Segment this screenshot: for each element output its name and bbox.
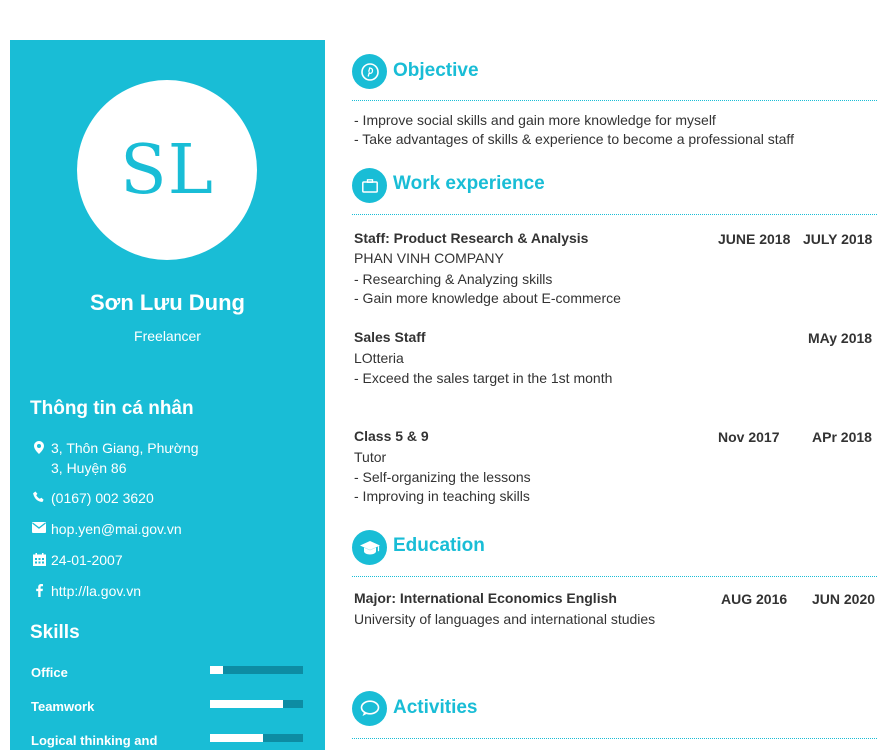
- briefcase-icon: [352, 168, 387, 203]
- skill-bar-fill: [210, 666, 224, 674]
- objective-divider: [352, 100, 877, 101]
- job-company: PHAN VINH COMPANY: [354, 250, 504, 266]
- work-divider: [352, 214, 877, 215]
- skill-bar: [210, 700, 303, 708]
- skill-bar: [210, 734, 303, 742]
- skill-label: Logical thinking and: [31, 733, 158, 748]
- objective-title: Objective: [393, 60, 479, 81]
- calendar-icon: [30, 553, 48, 570]
- job-end-date: JULY 2018: [803, 231, 873, 247]
- job-position: Staff: Product Research & Analysis: [354, 230, 589, 246]
- address-row: 3, Thôn Giang, Phường 3, Huyện 86: [30, 438, 199, 478]
- graduation-cap-icon: [352, 530, 387, 565]
- job-detail: - Gain more knowledge about E-commerce: [354, 290, 621, 306]
- avatar-initials: SL: [120, 130, 214, 210]
- job-detail: - Exceed the sales target in the 1st mon…: [354, 370, 613, 386]
- avatar: SL: [77, 80, 257, 260]
- job-start-date: Nov 2017: [718, 429, 780, 445]
- website-row: http://la.gov.vn: [30, 581, 141, 601]
- education-end-date: JUN 2020: [812, 591, 876, 607]
- work-title: Work experience: [393, 173, 545, 194]
- job-company: Tutor: [354, 449, 387, 465]
- sidebar: SL Sơn Lưu Dung Freelancer Thông tin cá …: [10, 40, 325, 750]
- skill-label: Teamwork: [31, 699, 95, 714]
- website-text[interactable]: http://la.gov.vn: [51, 581, 141, 601]
- activities-title: Activities: [393, 697, 478, 718]
- email-row: hop.yen@mai.gov.vn: [30, 519, 182, 539]
- education-divider: [352, 576, 877, 577]
- phone-row: (0167) 002 3620: [30, 488, 154, 508]
- skill-label: Office: [31, 665, 68, 680]
- pinterest-icon: [352, 54, 387, 89]
- job-position: Sales Staff: [354, 329, 426, 345]
- chat-bubble-icon: [352, 691, 387, 726]
- objective-line: - Take advantages of skills & experience…: [354, 131, 794, 147]
- job-end-date: MAy 2018: [808, 330, 873, 346]
- skill-bar: [210, 666, 303, 674]
- job-company: LOtteria: [354, 350, 404, 366]
- map-marker-icon: [30, 441, 48, 478]
- education-major: Major: International Economics English: [354, 590, 617, 606]
- job-start-date: JUNE 2018: [718, 231, 791, 247]
- address-line2: 3, Huyện 86: [51, 460, 127, 476]
- birthday-text: 24-01-2007: [51, 552, 123, 568]
- profile-name: Sơn Lưu Dung: [90, 290, 245, 315]
- activities-divider: [352, 738, 877, 739]
- envelope-icon: [30, 522, 48, 539]
- job-detail: - Researching & Analyzing skills: [354, 271, 553, 287]
- job-detail: - Improving in teaching skills: [354, 488, 530, 504]
- education-school: University of languages and internationa…: [354, 611, 656, 627]
- objective-line: - Improve social skills and gain more kn…: [354, 112, 716, 128]
- facebook-icon: [30, 584, 48, 601]
- phone-text: (0167) 002 3620: [51, 490, 154, 506]
- education-start-date: AUG 2016: [721, 591, 788, 607]
- profile-role: Freelancer: [134, 328, 201, 344]
- job-end-date: APr 2018: [812, 429, 872, 445]
- skill-bar-fill: [210, 700, 284, 708]
- personal-info-heading: Thông tin cá nhân: [30, 398, 194, 419]
- skills-heading: Skills: [30, 622, 80, 643]
- skill-bar-fill: [210, 734, 263, 742]
- education-title: Education: [393, 535, 485, 556]
- address-line1: 3, Thôn Giang, Phường: [51, 440, 199, 456]
- phone-icon: [30, 491, 48, 508]
- job-position: Class 5 & 9: [354, 428, 429, 444]
- email-text[interactable]: hop.yen@mai.gov.vn: [51, 519, 182, 539]
- birthday-row: 24-01-2007: [30, 550, 123, 570]
- job-detail: - Self-organizing the lessons: [354, 469, 531, 485]
